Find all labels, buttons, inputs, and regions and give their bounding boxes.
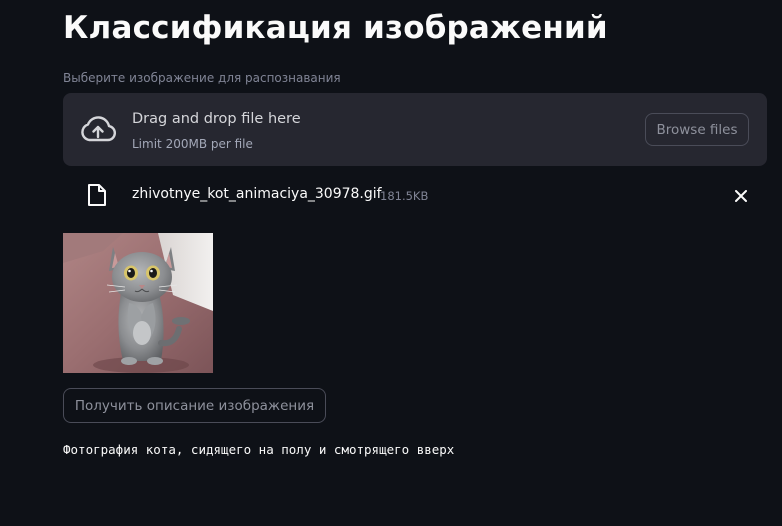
uploaded-file-row: zhivotnye_kot_animaciya_30978.gif 181.5K… (63, 178, 767, 214)
uploaded-file-name: zhivotnye_kot_animaciya_30978.gif (132, 186, 382, 202)
uploaded-file-size: 181.5KB (380, 189, 429, 203)
dropzone-instructions: Drag and drop file here (132, 111, 301, 127)
app-page: Классификация изображений Выберите изобр… (0, 0, 782, 526)
close-icon (735, 190, 747, 202)
description-result: Фотография кота, сидящего на полу и смот… (63, 442, 455, 457)
uploader-label: Выберите изображение для распознавания (63, 71, 341, 85)
cloud-upload-icon (81, 116, 117, 142)
remove-file-button[interactable] (731, 186, 751, 206)
cat-image (63, 233, 213, 373)
image-preview (63, 233, 213, 373)
dropzone-limit: Limit 200MB per file (132, 137, 253, 151)
page-title: Классификация изображений (63, 10, 608, 46)
file-icon (88, 184, 106, 206)
get-description-button[interactable]: Получить описание изображения (63, 388, 326, 423)
browse-files-button[interactable]: Browse files (645, 113, 749, 146)
file-dropzone[interactable]: Drag and drop file here Limit 200MB per … (63, 93, 767, 166)
